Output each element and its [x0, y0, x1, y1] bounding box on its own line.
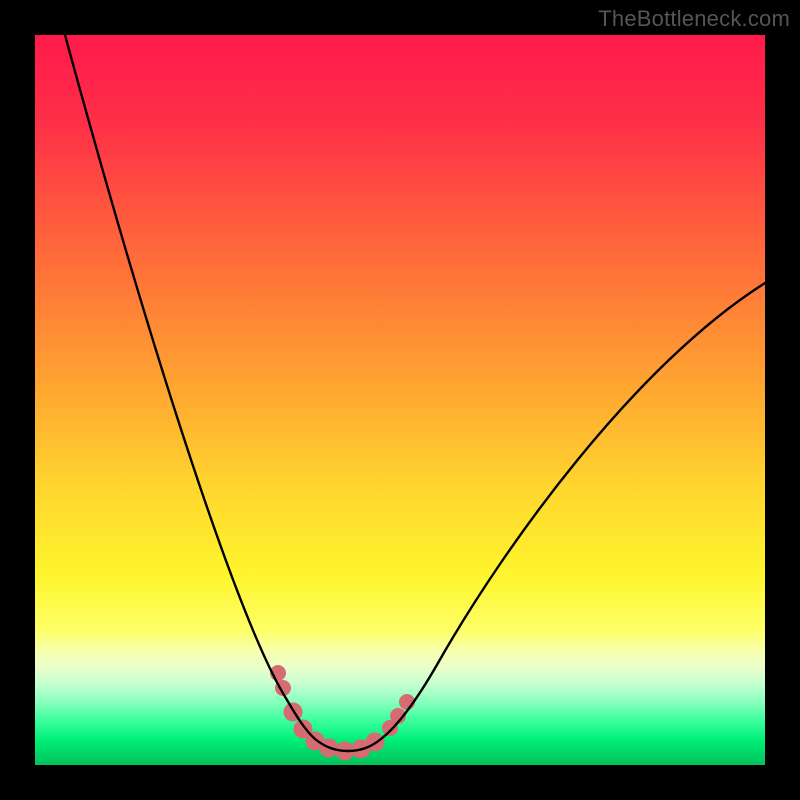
watermark-text: TheBottleneck.com — [598, 6, 790, 32]
plot-area — [35, 35, 765, 765]
left-curve — [65, 35, 348, 751]
trough-dots — [270, 665, 415, 761]
curves-layer — [35, 35, 765, 765]
right-curve — [348, 283, 765, 751]
chart-frame: TheBottleneck.com — [0, 0, 800, 800]
